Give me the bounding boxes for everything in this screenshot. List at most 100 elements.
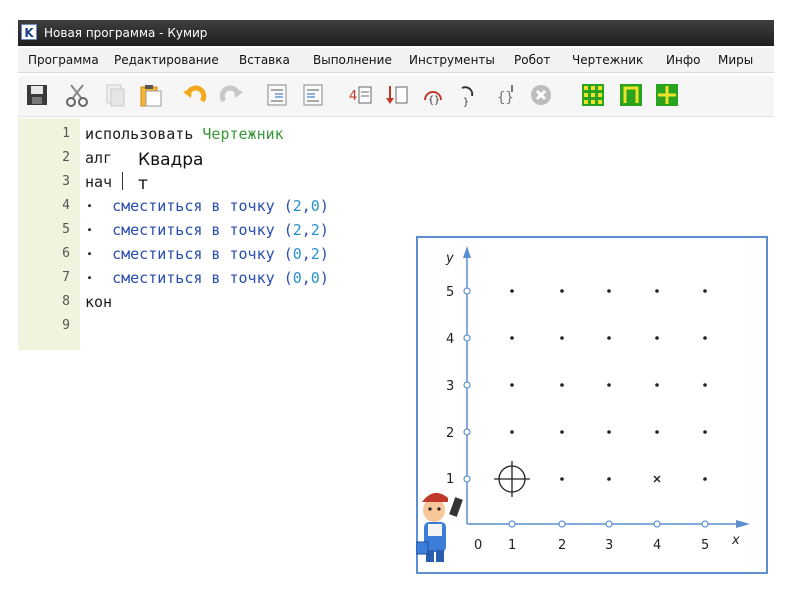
step-over-icon[interactable]: {}: [420, 82, 446, 108]
grid-dot: [703, 477, 707, 481]
layout-icon[interactable]: [654, 82, 680, 108]
move-command: сместиться в точку: [112, 245, 275, 263]
grid-dot: [703, 336, 707, 340]
grid-dot: [560, 383, 564, 387]
y-tick-label: 3: [446, 379, 454, 394]
menu-tools[interactable]: Инструменты: [409, 53, 495, 67]
grid-dot: [703, 430, 707, 434]
line-number: 2: [62, 150, 70, 165]
code-line-2: алг: [85, 149, 112, 167]
grid-dot: [560, 289, 564, 293]
y-tick-marker: [463, 475, 471, 483]
move-y: 2: [310, 221, 320, 239]
menu-worlds[interactable]: Миры: [718, 53, 753, 67]
code-line-5: · сместиться в точку (2,2): [85, 221, 329, 239]
code-line-8: кон: [85, 293, 112, 311]
stop-icon[interactable]: [528, 82, 554, 108]
keyword-end: кон: [85, 293, 113, 311]
window-title: Новая программа - Кумир: [44, 26, 208, 40]
code-line-3: нач: [85, 173, 112, 191]
x-tick-marker: [701, 520, 709, 528]
grid-dot: [607, 336, 611, 340]
grid-dot: [655, 383, 659, 387]
step-icon[interactable]: 4: [348, 82, 374, 108]
grid-dot: [607, 430, 611, 434]
keyword-use: использовать: [85, 125, 194, 143]
svg-text:{}: {}: [428, 95, 440, 106]
move-y: 0: [310, 197, 320, 215]
y-tick-marker: [463, 287, 471, 295]
kumir-app-icon: K: [21, 24, 37, 40]
x-tick-label: 2: [558, 538, 566, 553]
x-tick-marker: [653, 520, 661, 528]
move-x: 0: [292, 245, 302, 263]
algorithm-name-part1: Квадра: [138, 150, 204, 170]
module-name: Чертежник: [202, 125, 284, 143]
grid-dot: [510, 383, 514, 387]
step-out-icon[interactable]: }: [454, 82, 480, 108]
x-tick-label: 1: [508, 538, 516, 553]
step-into-icon[interactable]: [384, 82, 410, 108]
grid-icon[interactable]: [580, 82, 606, 108]
line-number: 3: [62, 174, 70, 189]
line-number: 1: [62, 126, 70, 141]
code-line-7: · сместиться в точку (0,0): [85, 269, 329, 287]
move-y: 0: [310, 269, 320, 287]
grid-dot: [560, 430, 564, 434]
move-y: 2: [310, 245, 320, 263]
line-number: 8: [62, 294, 70, 309]
code-line-6: · сместиться в точку (0,2): [85, 245, 329, 263]
algorithm-name-part2: т: [138, 174, 152, 194]
y-tick-marker: [463, 428, 471, 436]
svg-text:4: 4: [349, 89, 357, 104]
move-x: 2: [292, 197, 302, 215]
indent-icon[interactable]: [264, 82, 290, 108]
save-icon[interactable]: [24, 82, 50, 108]
x-tick-marker: [558, 520, 566, 528]
grid-dot: [703, 383, 707, 387]
code-line-1: использовать Чертежник: [85, 125, 284, 143]
copy-icon[interactable]: [102, 82, 128, 108]
grid-dot: [607, 477, 611, 481]
grid-dot: [510, 430, 514, 434]
menu-info[interactable]: Инфо: [666, 53, 700, 67]
svg-text:}: }: [463, 97, 469, 108]
y-tick-marker: [463, 334, 471, 342]
menu-drawer[interactable]: Чертежник: [572, 53, 643, 67]
svg-text:{}: {}: [497, 90, 514, 106]
menu-robot[interactable]: Робот: [514, 53, 550, 67]
y-tick-label: 1: [446, 472, 454, 487]
line-number: 9: [62, 318, 70, 333]
menu-program[interactable]: Программа: [28, 53, 99, 67]
menu-run[interactable]: Выполнение: [313, 53, 392, 67]
move-x: 0: [292, 269, 302, 287]
line-number: 6: [62, 246, 70, 261]
move-command: сместиться в точку: [112, 197, 275, 215]
move-command: сместиться в точку: [112, 221, 275, 239]
figure-border: [416, 236, 768, 574]
run-to-icon[interactable]: {}: [494, 82, 520, 108]
line-number-gutter: 1 2 3 4 5 6 7 8 9: [18, 118, 80, 350]
undo-icon[interactable]: [182, 82, 208, 108]
menu-edit[interactable]: Редактирование: [114, 53, 219, 67]
keyword-alg: алг: [85, 149, 113, 167]
move-x: 2: [292, 221, 302, 239]
unindent-icon[interactable]: [300, 82, 326, 108]
x-tick-label: 5: [701, 538, 709, 553]
grid-dot: [655, 336, 659, 340]
paste-icon[interactable]: [138, 82, 164, 108]
x-tick-label: 4: [653, 538, 661, 553]
pi-icon[interactable]: [618, 82, 644, 108]
x-axis-label: x: [731, 533, 740, 548]
drawer-figure: y x 0 1 2 3 4 5 1 2 3 4 5: [416, 236, 768, 574]
title-bar: K Новая программа - Кумир: [18, 20, 774, 46]
grid-dot: [560, 336, 564, 340]
cut-icon[interactable]: [64, 82, 90, 108]
grid-dot: [560, 477, 564, 481]
grid-dot: [655, 289, 659, 293]
redo-icon[interactable]: [218, 82, 244, 108]
menu-insert[interactable]: Вставка: [239, 53, 290, 67]
grid-dot: [655, 430, 659, 434]
x-tick-marker: [605, 520, 613, 528]
x-tick-marker: [508, 520, 516, 528]
